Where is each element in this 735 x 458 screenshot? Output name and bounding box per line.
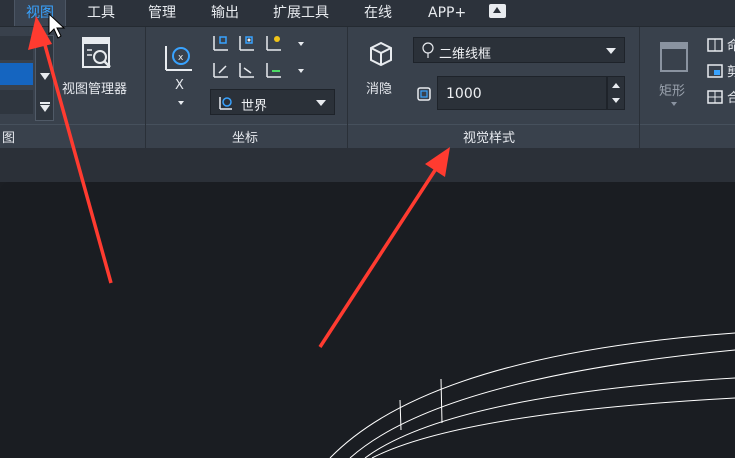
- ucs-named-dropdown-icon[interactable]: [298, 69, 304, 73]
- panel-separator: [145, 27, 146, 148]
- tab-extension-tools[interactable]: 扩展工具: [273, 0, 329, 26]
- ucs-x-label[interactable]: X: [175, 78, 184, 93]
- view-manager-icon[interactable]: [80, 36, 114, 72]
- panel-title-visual-style: 视觉样式: [463, 131, 516, 146]
- resolution-input[interactable]: 1000: [437, 76, 607, 110]
- wireframe-icon: [422, 42, 434, 58]
- ucs-dropdown[interactable]: 世界: [210, 89, 335, 115]
- resolution-value: 1000: [446, 86, 482, 102]
- world-ucs-icon: [219, 97, 232, 110]
- view-list-item-selected[interactable]: [0, 63, 33, 85]
- chevron-down-icon: [606, 48, 616, 54]
- scroll-down-icon[interactable]: [40, 73, 50, 80]
- hide-icon[interactable]: [367, 40, 395, 70]
- ribbon-panel-titlebar: [0, 124, 735, 149]
- spin-up-icon[interactable]: [612, 83, 620, 88]
- view-list-scroll[interactable]: [35, 35, 54, 121]
- ucs-x-axis-icon[interactable]: [210, 60, 232, 80]
- spin-down-icon[interactable]: [612, 98, 620, 103]
- panel-title-coordinates: 坐标: [232, 131, 259, 146]
- rectangle-dropdown-icon[interactable]: [671, 102, 677, 106]
- scroll-end-arrow-icon[interactable]: [40, 105, 50, 112]
- ucs-x-dropdown-icon[interactable]: [178, 101, 184, 105]
- menu-bar: 视图 工具 管理 输出 扩展工具 在线 APP+: [0, 0, 735, 27]
- tab-app-plus[interactable]: APP+: [428, 0, 466, 26]
- resolution-spinner[interactable]: [607, 76, 625, 110]
- tab-online[interactable]: 在线: [364, 0, 392, 26]
- clip-viewport-label[interactable]: 剪: [727, 61, 735, 80]
- view-manager-label[interactable]: 视图管理器: [62, 78, 127, 97]
- panel-separator: [347, 27, 348, 148]
- visual-style-dropdown[interactable]: 二维线框: [413, 37, 625, 63]
- rectangle-viewport-label[interactable]: 矩形: [659, 80, 685, 99]
- tab-view[interactable]: 视图: [14, 0, 66, 26]
- named-viewport-label[interactable]: 命: [727, 35, 735, 54]
- tab-output[interactable]: 输出: [211, 0, 239, 26]
- hide-label[interactable]: 消隐: [366, 78, 392, 97]
- ucs-origin-icon[interactable]: [263, 33, 285, 53]
- facet-resolution-icon: [417, 87, 431, 101]
- join-viewport-icon[interactable]: [707, 90, 723, 104]
- view-list-item[interactable]: [0, 36, 33, 60]
- ucs-y-axis-icon[interactable]: [236, 60, 258, 80]
- scroll-end-icon: [40, 102, 50, 104]
- ucs-3point-icon[interactable]: [236, 33, 258, 53]
- file-tab-strip: [0, 148, 735, 182]
- ucs-z-icon[interactable]: [210, 33, 232, 53]
- ucs-object-icon[interactable]: [263, 60, 285, 80]
- ucs-x-rotate-icon[interactable]: x: [162, 40, 196, 74]
- visual-style-value: 二维线框: [439, 47, 492, 62]
- tab-tools[interactable]: 工具: [87, 0, 115, 26]
- tab-manage[interactable]: 管理: [148, 0, 176, 26]
- panel-title-view: 图: [2, 131, 16, 146]
- ucs-more-dropdown-icon[interactable]: [298, 42, 304, 46]
- named-viewport-icon[interactable]: [707, 38, 723, 52]
- svg-text:x: x: [178, 53, 184, 63]
- ucs-dropdown-value: 世界: [241, 99, 268, 114]
- ribbon-collapse-button[interactable]: [489, 4, 506, 18]
- rectangle-viewport-icon[interactable]: [658, 40, 690, 74]
- drawing-canvas[interactable]: [0, 182, 735, 458]
- view-list-item[interactable]: [0, 90, 33, 114]
- join-viewport-label[interactable]: 合: [727, 87, 735, 106]
- panel-separator: [639, 27, 640, 148]
- chevron-down-icon: [316, 100, 326, 106]
- clip-viewport-icon[interactable]: [707, 64, 723, 78]
